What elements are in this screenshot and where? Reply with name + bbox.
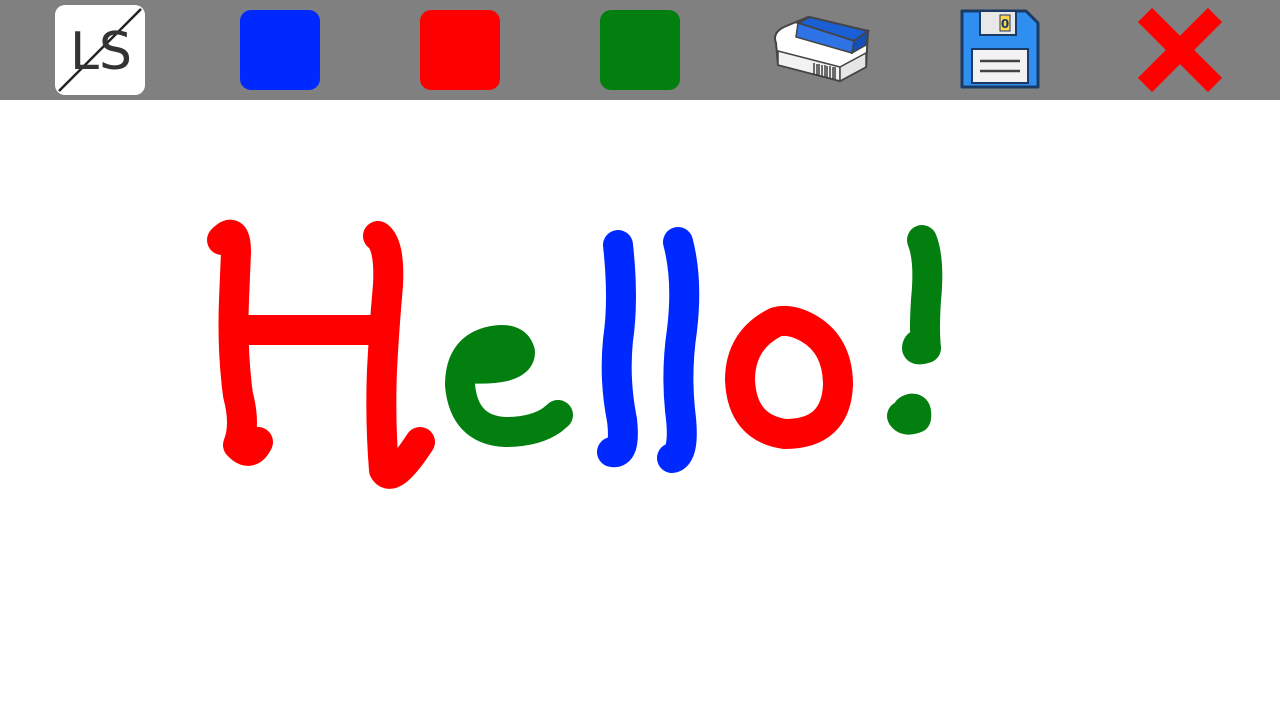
close-x-icon[interactable] [1135, 5, 1225, 95]
eraser-icon[interactable] [768, 5, 872, 95]
logo-text: LS [70, 22, 132, 82]
drawing-app: LS 0 [0, 0, 1280, 720]
save-icon-label: 0 [1001, 17, 1009, 31]
stroke-exclamation [887, 225, 943, 435]
stroke-l2 [657, 227, 700, 473]
stroke-e [445, 325, 573, 447]
toolbar: LS 0 [0, 0, 1280, 100]
drawing-canvas[interactable] [0, 100, 1280, 720]
color-swatch-red[interactable] [420, 10, 500, 90]
stroke-H [207, 219, 435, 489]
stroke-o [725, 305, 853, 449]
drawing-surface[interactable] [0, 100, 1280, 720]
stroke-l1 [597, 230, 638, 468]
floppy-disk-icon[interactable]: 0 [958, 5, 1042, 95]
color-swatch-blue[interactable] [240, 10, 320, 90]
color-swatch-green[interactable] [600, 10, 680, 90]
ls-logo-icon[interactable]: LS [55, 5, 145, 95]
